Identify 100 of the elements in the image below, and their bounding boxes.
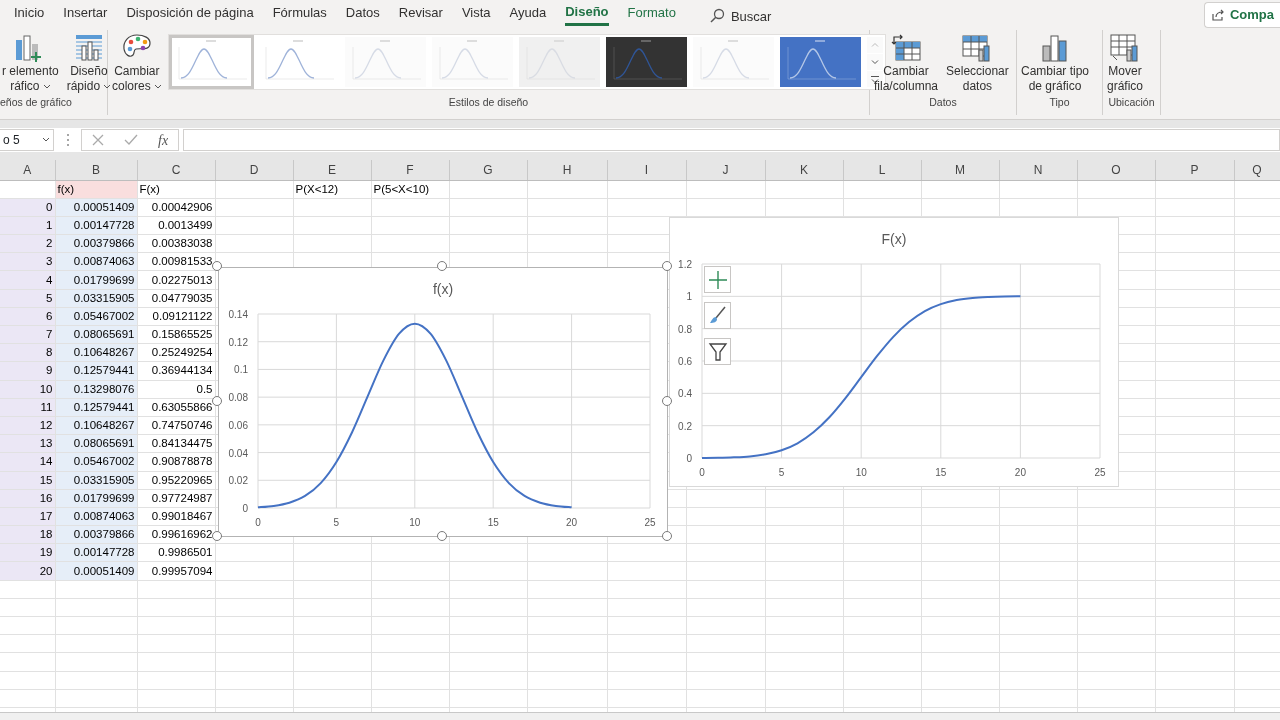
cell[interactable]: 0.99018467 <box>137 507 215 526</box>
ribbon-tab[interactable]: Vista <box>461 2 491 26</box>
ribbon-button[interactable]: Cambiar colores <box>110 32 164 94</box>
axis-tick-label: 20 <box>1014 467 1026 478</box>
check-icon <box>124 134 138 146</box>
cell[interactable]: P(X<12) <box>293 180 371 199</box>
column-header[interactable]: A <box>0 160 55 180</box>
ribbon-tab[interactable]: Fórmulas <box>272 2 327 26</box>
chart-title: F(x) <box>881 231 907 247</box>
group-label: Tipo <box>1048 95 1071 111</box>
cancel-icon <box>92 134 104 146</box>
ribbon-tab[interactable]: Formato <box>627 2 676 26</box>
column-header[interactable]: F <box>371 160 449 180</box>
caret-down-icon <box>870 60 879 64</box>
column-header[interactable]: N <box>999 160 1077 180</box>
more-icon <box>870 75 879 83</box>
cell[interactable]: F(x) <box>137 180 215 199</box>
cell[interactable]: 0.84134475 <box>137 434 215 453</box>
cell[interactable]: 0.95220965 <box>137 471 215 490</box>
chart-tool-button[interactable] <box>704 302 731 329</box>
axis-tick-label: 0.08 <box>228 392 248 404</box>
axis-tick-label: 15 <box>935 467 947 478</box>
group-label: Estilos de diseño <box>447 95 530 111</box>
chart-area[interactable]: F(x) 0 0.2 0.4 0.6 0.8 1 1.2 0 5 10 15 20 25 <box>669 217 1119 487</box>
cell[interactable]: 0.97724987 <box>137 489 215 508</box>
cell[interactable]: 0.02275013 <box>137 270 215 290</box>
column-header[interactable]: K <box>765 160 843 180</box>
resize-handle[interactable] <box>662 261 672 271</box>
cell[interactable]: 0.74750746 <box>137 416 215 435</box>
resize-handle[interactable] <box>437 531 447 541</box>
cell[interactable]: 0.99957094 <box>137 561 215 581</box>
cell[interactable]: 0.90878878 <box>137 452 215 471</box>
cell[interactable]: 0.00042906 <box>137 198 215 217</box>
move-chart-icon <box>1109 32 1141 64</box>
ribbon-button[interactable]: r elemento ráfico <box>0 32 61 94</box>
switch-icon <box>890 32 922 64</box>
ribbon-tab[interactable]: Disposición de página <box>126 2 254 26</box>
ribbon-button[interactable]: Cambiar tipo de gráfico <box>1019 32 1092 94</box>
column-header[interactable]: D <box>215 160 293 180</box>
chart-style-thumbnail[interactable] <box>518 37 600 87</box>
resize-handle[interactable] <box>212 531 222 541</box>
ribbon-tab[interactable]: Ayuda <box>509 2 547 26</box>
column-header[interactable]: P <box>1155 160 1234 180</box>
resize-handle[interactable] <box>212 396 222 406</box>
column-header[interactable]: H <box>527 160 607 180</box>
chart-style-thumbnail[interactable] <box>779 37 861 87</box>
formula-input[interactable] <box>183 129 1280 151</box>
axis-tick-label: 0.12 <box>228 336 248 348</box>
resize-handle[interactable] <box>212 261 222 271</box>
insert-function-button[interactable]: fx <box>158 129 169 151</box>
cell[interactable]: 0.5 <box>137 380 215 399</box>
column-header[interactable]: B <box>55 160 137 180</box>
resize-handle[interactable] <box>437 261 447 271</box>
axis-tick-label: 0.1 <box>234 364 248 376</box>
share-button[interactable]: Compa <box>1203 2 1280 28</box>
chart-area[interactable]: f(x) 0 0.02 0.04 0.06 0.08 0.1 0.12 0.14 0 5 10 15 20 25 <box>218 267 668 537</box>
group-label: eños de gráfico <box>0 95 73 111</box>
column-header[interactable]: O <box>1077 160 1155 180</box>
ribbon-button[interactable]: Seleccionar datos <box>944 32 1011 94</box>
axis-tick-label: 0.06 <box>228 419 248 431</box>
cell[interactable]: 0.00383038 <box>137 234 215 253</box>
cell[interactable]: 0.9986501 <box>137 543 215 562</box>
chart-title: f(x) <box>432 281 454 297</box>
ribbon-tab[interactable]: Inicio <box>14 2 45 26</box>
cell[interactable]: 0.04779035 <box>137 289 215 308</box>
name-box[interactable]: o 5 <box>0 129 54 151</box>
column-header[interactable]: J <box>686 160 765 180</box>
column-header[interactable]: Q <box>1234 160 1280 180</box>
axis-tick-label: 10 <box>855 467 867 478</box>
cell[interactable]: 0.15865525 <box>137 325 215 344</box>
ribbon-button[interactable]: Cambiar fila/columna <box>872 32 941 94</box>
axis-tick-label: 0.2 <box>678 420 692 432</box>
axis-tick-label: 25 <box>644 517 656 528</box>
cell[interactable]: P(5<X<10) <box>371 180 449 199</box>
share-icon <box>1210 7 1225 22</box>
column-header[interactable]: E <box>293 160 371 180</box>
ribbon-tab[interactable]: Datos <box>345 2 380 26</box>
axis-tick-label: 0.8 <box>678 323 692 335</box>
resize-handle[interactable] <box>662 396 672 406</box>
axis-tick-label: 0.4 <box>678 388 692 400</box>
cell[interactable]: 0.09121122 <box>137 307 215 326</box>
chart-style-thumbnail[interactable] <box>170 37 252 87</box>
chart-style-thumbnail[interactable] <box>605 37 687 87</box>
column-header[interactable]: M <box>921 160 999 180</box>
column-header[interactable]: L <box>843 160 921 180</box>
search-button[interactable]: Buscar <box>708 6 772 26</box>
column-header[interactable]: I <box>607 160 686 180</box>
cell[interactable]: 0.25249254 <box>137 343 215 362</box>
resize-handle[interactable] <box>662 531 672 541</box>
ribbon-tab[interactable]: Insertar <box>63 2 108 26</box>
ribbon-tab[interactable]: Revisar <box>398 2 443 26</box>
axis-tick-label: 5 <box>333 517 340 528</box>
group-label: Ubicación <box>1107 95 1156 111</box>
column-header[interactable]: C <box>137 160 215 180</box>
cell[interactable]: 0.0013499 <box>137 216 215 235</box>
axis-tick-label: 15 <box>487 517 499 528</box>
chart-tool-button[interactable] <box>704 338 731 365</box>
column-header[interactable]: G <box>449 160 527 180</box>
ribbon-button[interactable]: Mover gráfico <box>1105 32 1146 94</box>
cell[interactable]: 0.36944134 <box>137 361 215 381</box>
